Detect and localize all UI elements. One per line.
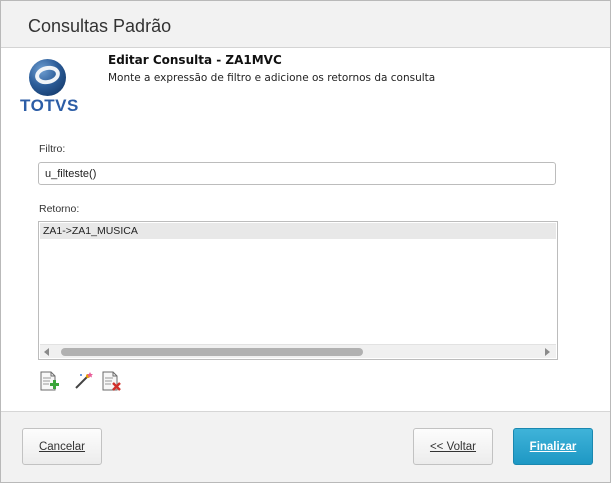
dialog-footer: Cancelar << Voltar Finalizar (1, 411, 610, 482)
finish-button[interactable]: Finalizar (513, 428, 593, 465)
title-bar: Consultas Padrão (1, 1, 610, 48)
dialog-window: Consultas Padrão TOTVS Editar Consulta -… (0, 0, 611, 483)
edit-wand-icon (75, 372, 93, 389)
scroll-left-icon[interactable] (44, 348, 49, 356)
horizontal-scrollbar[interactable] (40, 344, 556, 358)
delete-return-button[interactable] (100, 370, 122, 392)
window-title: Consultas Padrão (28, 16, 172, 36)
page-title: Editar Consulta - ZA1MVC (108, 53, 282, 67)
filter-input[interactable] (38, 162, 556, 185)
return-list[interactable]: ZA1->ZA1_MUSICA (38, 221, 558, 360)
page-subtitle: Monte a expressão de filtro e adicione o… (108, 72, 436, 84)
add-document-icon (40, 371, 59, 391)
edit-return-button[interactable] (72, 370, 94, 392)
totvs-logo: TOTVS (18, 56, 78, 116)
delete-document-icon (102, 371, 121, 391)
scrollbar-thumb[interactable] (61, 348, 363, 356)
scroll-right-icon[interactable] (545, 348, 550, 356)
logo-brand-text: TOTVS (20, 96, 79, 115)
add-return-button[interactable] (38, 370, 60, 392)
return-label: Retorno: (39, 203, 80, 215)
list-item[interactable]: ZA1->ZA1_MUSICA (40, 223, 556, 239)
back-button[interactable]: << Voltar (413, 428, 493, 465)
cancel-button[interactable]: Cancelar (22, 428, 102, 465)
filter-label: Filtro: (39, 143, 66, 155)
